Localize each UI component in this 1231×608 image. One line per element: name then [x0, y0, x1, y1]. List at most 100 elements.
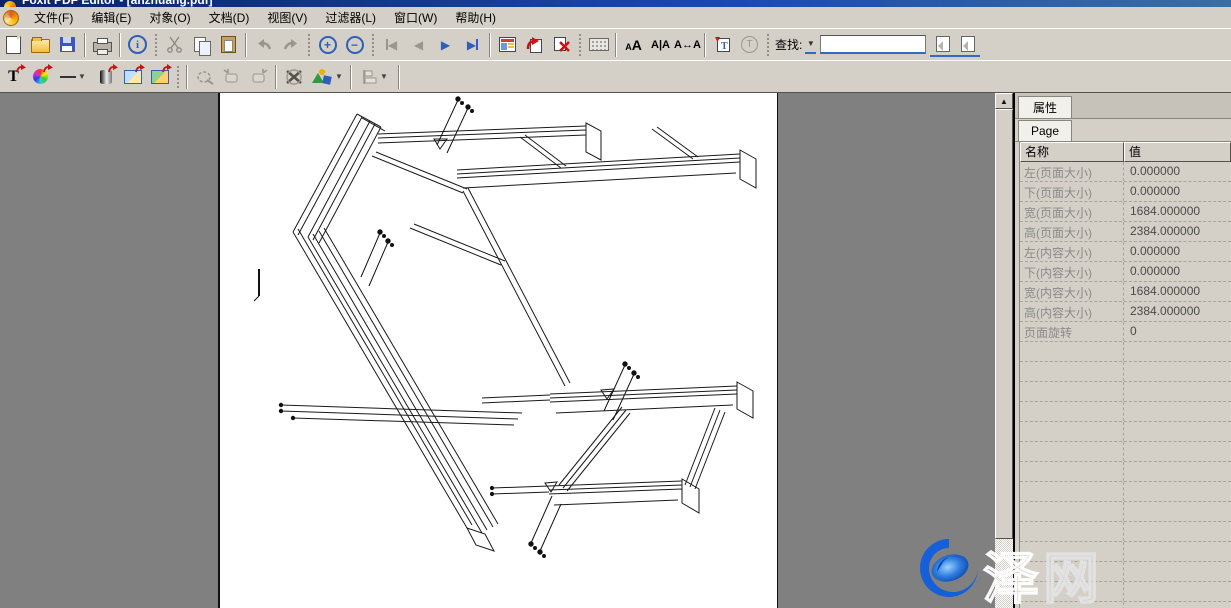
property-name: 页面旋转	[1020, 322, 1124, 341]
find-next-button[interactable]	[955, 33, 980, 57]
property-row[interactable]: 高(页面大小) 2384.000000	[1020, 222, 1231, 242]
property-row[interactable]: 下(页面大小) 0.000000	[1020, 182, 1231, 202]
separator	[489, 33, 491, 57]
application-window: Foxit PDF Editor - [anzhuang.pdf] 文件(F) …	[0, 0, 1231, 608]
undo-button[interactable]	[250, 32, 277, 57]
insert-shapes-button[interactable]: ▼	[307, 64, 347, 89]
document-menu-icon[interactable]	[3, 10, 19, 26]
separator	[704, 33, 706, 57]
menu-filter[interactable]: 过滤器(L)	[316, 7, 385, 28]
menu-file[interactable]: 文件(F)	[25, 7, 82, 28]
property-row[interactable]: 左(内容大小) 0.000000	[1020, 242, 1231, 262]
edit-image-button[interactable]	[119, 64, 146, 89]
last-page-button[interactable]: ▶	[459, 32, 486, 57]
tab-page[interactable]: Page	[1018, 120, 1072, 141]
property-row[interactable]: 宽(页面大小) 1684.000000	[1020, 202, 1231, 222]
document-workspace[interactable]	[0, 93, 995, 608]
previous-page-button[interactable]: ◀	[405, 32, 432, 57]
next-page-button[interactable]: ▶	[432, 32, 459, 57]
property-value: 2384.000000	[1124, 302, 1231, 321]
find-previous-button[interactable]	[930, 33, 955, 57]
toolbar-grip[interactable]	[371, 33, 375, 57]
font-replace-button[interactable]: AA	[620, 32, 647, 57]
property-row-empty	[1020, 522, 1231, 542]
red-arrow-icon	[16, 64, 26, 73]
first-page-button[interactable]: ◀	[378, 32, 405, 57]
panel-title-tab[interactable]: 属性	[1018, 96, 1072, 118]
save-button[interactable]	[54, 32, 81, 57]
clone-tool-button[interactable]	[191, 64, 218, 89]
delete-object-button[interactable]	[280, 64, 307, 89]
menu-window[interactable]: 窗口(W)	[385, 7, 446, 28]
first-page-icon: ◀	[386, 37, 397, 52]
window-title: Foxit PDF Editor - [anzhuang.pdf]	[22, 0, 213, 7]
new-document-button[interactable]	[0, 32, 27, 57]
edit-line-dash-button[interactable]: ▼	[54, 64, 92, 89]
property-table-header: 名称 值	[1020, 142, 1231, 162]
toolbar-grip[interactable]	[176, 65, 180, 89]
scroll-up-arrow[interactable]: ▲	[995, 93, 1013, 109]
line-dash-icon	[60, 76, 76, 78]
keyboard-button[interactable]	[585, 32, 612, 57]
open-file-button[interactable]	[27, 32, 54, 57]
insert-page-icon	[526, 36, 543, 53]
paste-button[interactable]	[215, 32, 242, 57]
red-arrow-icon	[162, 64, 172, 73]
vertical-scrollbar[interactable]: ▲	[995, 93, 1013, 608]
scrollbar-thumb[interactable]	[995, 109, 1013, 539]
toolbar-grip[interactable]	[307, 33, 311, 57]
property-row[interactable]: 宽(内容大小) 1684.000000	[1020, 282, 1231, 302]
property-value: 0.000000	[1124, 262, 1231, 281]
font-replace-icon: AA	[625, 37, 642, 53]
menu-object[interactable]: 对象(O)	[140, 7, 199, 28]
redo-icon	[283, 39, 299, 51]
transform-left-button[interactable]	[218, 64, 245, 89]
menu-document[interactable]: 文档(D)	[200, 7, 259, 28]
property-row[interactable]: 高(内容大小) 2384.000000	[1020, 302, 1231, 322]
keyboard-icon	[589, 38, 609, 51]
property-row[interactable]: 下(内容大小) 0.000000	[1020, 262, 1231, 282]
property-name: 宽(内容大小)	[1020, 282, 1124, 301]
cut-button[interactable]	[161, 32, 188, 57]
font-spacing-button[interactable]: A↔A	[674, 32, 701, 57]
pdf-page[interactable]	[218, 93, 778, 608]
page-layout-button[interactable]	[494, 32, 521, 57]
font-kerning-button[interactable]: A|A	[647, 32, 674, 57]
zoom-in-button[interactable]: +	[314, 32, 341, 57]
separator	[84, 33, 86, 57]
menu-help[interactable]: 帮助(H)	[446, 7, 505, 28]
delete-object-icon	[285, 69, 303, 85]
add-text-button[interactable]: T	[709, 32, 736, 57]
toolbar-grip[interactable]	[766, 33, 770, 57]
property-row[interactable]: 页面旋转 0	[1020, 322, 1231, 342]
toolbar-grip[interactable]	[154, 33, 158, 57]
align-objects-button[interactable]: ▼	[355, 64, 395, 89]
property-name: 高(内容大小)	[1020, 302, 1124, 321]
document-info-button[interactable]: i	[124, 32, 151, 57]
column-header-value[interactable]: 值	[1124, 142, 1231, 162]
svg-text:T: T	[721, 41, 728, 52]
column-header-name[interactable]: 名称	[1020, 142, 1124, 162]
menu-edit[interactable]: 编辑(E)	[82, 7, 140, 28]
main-toolbar: i + − ◀ ◀ ▶ ▶ AA	[0, 28, 1231, 61]
menu-view[interactable]: 视图(V)	[258, 7, 316, 28]
property-value: 0	[1124, 322, 1231, 341]
property-row[interactable]: 左(页面大小) 0.000000	[1020, 162, 1231, 182]
transform-right-button[interactable]	[245, 64, 272, 89]
toolbar-grip[interactable]	[578, 33, 582, 57]
edit-shading-button[interactable]	[92, 64, 119, 89]
text-cursor-mark	[254, 269, 259, 301]
edit-color-button[interactable]	[27, 64, 54, 89]
zoom-out-button[interactable]: −	[341, 32, 368, 57]
add-image-button[interactable]	[146, 64, 173, 89]
redo-button[interactable]	[277, 32, 304, 57]
copy-button[interactable]	[188, 32, 215, 57]
find-dropdown-arrow[interactable]: ▼	[805, 36, 816, 54]
delete-page-button[interactable]	[548, 32, 575, 57]
edit-text-object-button[interactable]: T	[0, 64, 27, 89]
print-button[interactable]	[89, 32, 116, 57]
text-circle-button[interactable]: T	[736, 32, 763, 57]
find-input[interactable]	[820, 35, 926, 54]
property-row-empty	[1020, 462, 1231, 482]
insert-page-button[interactable]	[521, 32, 548, 57]
